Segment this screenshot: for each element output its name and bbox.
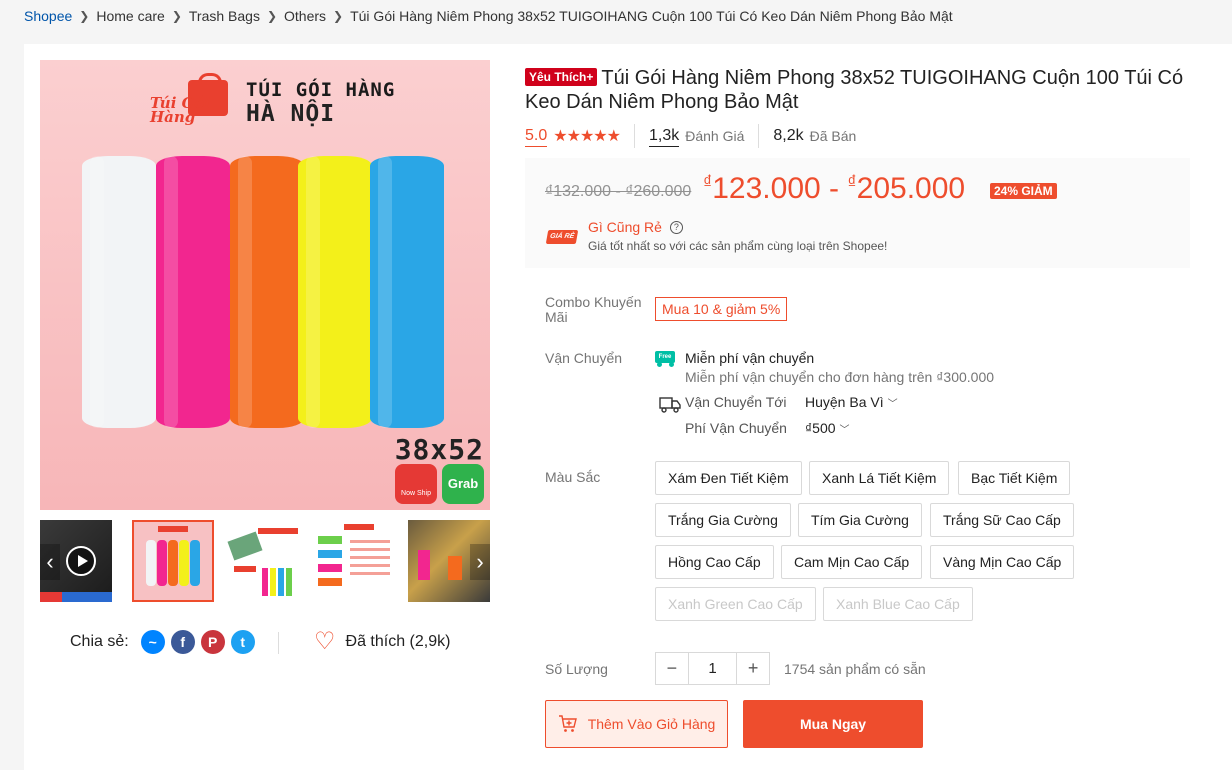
add-to-cart-button[interactable]: Thêm Vào Giỏ Hàng	[545, 700, 728, 748]
thumbnail-3[interactable]	[316, 520, 398, 602]
size-label: 38x52	[394, 433, 484, 466]
ship-to-dropdown[interactable]: Huyện Ba Vì ﹀	[805, 394, 898, 410]
share-row: Chia sẻ: ~ f P t	[70, 630, 255, 654]
variant-option[interactable]: Cam Mịn Cao Cấp	[781, 545, 923, 579]
share-label: Chia sẻ:	[70, 633, 129, 650]
facebook-icon[interactable]: f	[170, 630, 195, 654]
increment-button[interactable]: +	[737, 653, 769, 684]
truck-icon	[659, 397, 681, 413]
breadcrumb-trash-bags[interactable]: Trash Bags	[189, 8, 260, 24]
chevron-down-icon: ﹀	[887, 399, 898, 410]
shipping-label: Vận Chuyển	[545, 350, 623, 366]
product-title: Túi Gói Hàng Niêm Phong 38x52 TUIGOIHANG…	[525, 67, 1184, 113]
gia-re-logo: GIÁ RẺ	[545, 230, 579, 244]
chevron-right-icon: ❯	[333, 9, 344, 23]
original-price: ₫132.000 - ₫260.000	[545, 183, 692, 200]
rating-score[interactable]: 5.0	[525, 126, 548, 147]
variant-option-disabled: Xanh Green Cao Cấp	[655, 587, 816, 621]
quantity-label: Số Lượng	[545, 661, 608, 677]
chevron-right-icon: ❯	[171, 9, 182, 23]
twitter-icon[interactable]: t	[230, 630, 255, 654]
chevron-right-icon: ❯	[79, 9, 90, 23]
variant-option-disabled: Xanh Blue Cao Cấp	[823, 587, 973, 621]
breadcrumb-shopee[interactable]: Shopee	[24, 8, 72, 24]
cart-add-icon	[558, 715, 577, 732]
product-main-image[interactable]: Túi Gói Hàng TÚI GÓI HÀNG HÀ NỘI 38x52 N…	[40, 60, 490, 510]
discount-badge: 24% GIẢM	[990, 183, 1057, 199]
help-icon[interactable]: ?	[669, 220, 683, 234]
reviews-label: Đánh Giá	[685, 128, 745, 144]
divider	[758, 124, 760, 148]
color-label: Màu Sắc	[545, 469, 601, 485]
grab-badge: Grab	[442, 464, 484, 504]
shipping-fee-label: Phí Vận Chuyển	[685, 420, 787, 436]
add-to-cart-label: Thêm Vào Giỏ Hàng	[587, 716, 716, 732]
price-box: ₫132.000 - ₫260.000 ₫123.000 - ₫205.000 …	[525, 158, 1190, 268]
buy-now-button[interactable]: Mua Ngay	[743, 700, 923, 748]
free-shipping-title: Miễn phí vận chuyển	[685, 350, 815, 366]
current-price: ₫123.000 - ₫205.000	[703, 172, 966, 205]
sold-count: 8,2k	[773, 127, 804, 144]
roll-orange	[230, 156, 304, 428]
variant-option[interactable]: Hồng Cao Cấp	[655, 545, 774, 579]
like-button[interactable]: ♡ Đã thích (2,9k)	[314, 630, 450, 654]
free-shipping-icon: Free	[655, 351, 681, 367]
thumbnail-strip: ‹ ›	[40, 520, 490, 602]
variant-option[interactable]: Trắng Sữ Cao Cấp	[930, 503, 1074, 537]
pinterest-icon[interactable]: P	[200, 630, 225, 654]
thumbnail-2[interactable]	[224, 520, 306, 602]
shipping-fee-dropdown[interactable]: ₫500 ﹀	[805, 420, 850, 436]
roll-pink	[156, 156, 230, 428]
breadcrumb-current: Túi Gói Hàng Niêm Phong 38x52 TUIGOIHANG…	[350, 8, 953, 24]
product-title-block: Yêu Thích+ Túi Gói Hàng Niêm Phong 38x52 …	[525, 66, 1195, 114]
star-rating-icon: ★★★★★	[553, 128, 621, 145]
heart-icon[interactable]: ♡	[314, 630, 336, 654]
chevron-down-icon: ﹀	[839, 425, 850, 436]
free-shipping-note: Miễn phí vận chuyển cho đơn hàng trên ₫3…	[685, 369, 995, 385]
breadcrumb-others[interactable]: Others	[284, 8, 326, 24]
roll-blue	[370, 156, 444, 428]
variant-option[interactable]: Vàng Mịn Cao Cấp	[930, 545, 1075, 579]
variant-option[interactable]: Bạc Tiết Kiệm	[958, 461, 1071, 495]
stock-available: 1754 sản phẩm có sẵn	[784, 661, 926, 677]
price-guarantee-note: Giá tốt nhất so với các sản phẩm cùng lo…	[588, 239, 888, 253]
thumbnail-1[interactable]	[132, 520, 214, 602]
divider	[278, 632, 279, 654]
variant-option[interactable]: Tím Gia Cường	[798, 503, 922, 537]
quantity-stepper: − 1 +	[655, 652, 770, 685]
brand-logo: Túi Gói Hàng TÚI GÓI HÀNG HÀ NỘI	[150, 73, 396, 127]
roll-white	[82, 156, 156, 428]
rating-row: 5.0 ★★★★★ 1,3k Đánh Giá 8,2k Đã Bán	[525, 124, 856, 148]
price-guarantee: Gì Cũng Rẻ ?	[588, 219, 683, 235]
quantity-input[interactable]: 1	[687, 653, 738, 684]
thumbnail-prev-arrow[interactable]: ‹	[40, 544, 60, 580]
ship-to-label: Vận Chuyển Tới	[685, 394, 787, 410]
breadcrumb-home-care[interactable]: Home care	[96, 8, 164, 24]
like-label: Đã thích (2,9k)	[345, 633, 451, 650]
play-icon[interactable]	[66, 546, 96, 576]
messenger-icon[interactable]: ~	[140, 630, 165, 654]
reviews-count[interactable]: 1,3k	[648, 126, 680, 147]
sold-label: Đã Bán	[809, 128, 857, 144]
divider	[633, 124, 635, 148]
preferred-badge: Yêu Thích+	[525, 68, 598, 86]
combo-deal-tag[interactable]: Mua 10 & giảm 5%	[655, 297, 788, 321]
thumbnail-next-arrow[interactable]: ›	[470, 544, 490, 580]
roll-yellow	[298, 156, 372, 428]
breadcrumb: Shopee ❯ Home care ❯ Trash Bags ❯ Others…	[24, 8, 953, 24]
variant-option[interactable]: Xanh Lá Tiết Kiệm	[809, 461, 950, 495]
decrement-button[interactable]: −	[656, 653, 688, 684]
combo-label: Combo Khuyến Mãi	[545, 294, 642, 325]
chevron-right-icon: ❯	[266, 9, 278, 23]
variant-option[interactable]: Xám Đen Tiết Kiệm	[655, 461, 802, 495]
variant-option[interactable]: Trắng Gia Cường	[655, 503, 791, 537]
now-ship-badge: Now Ship	[395, 464, 437, 504]
